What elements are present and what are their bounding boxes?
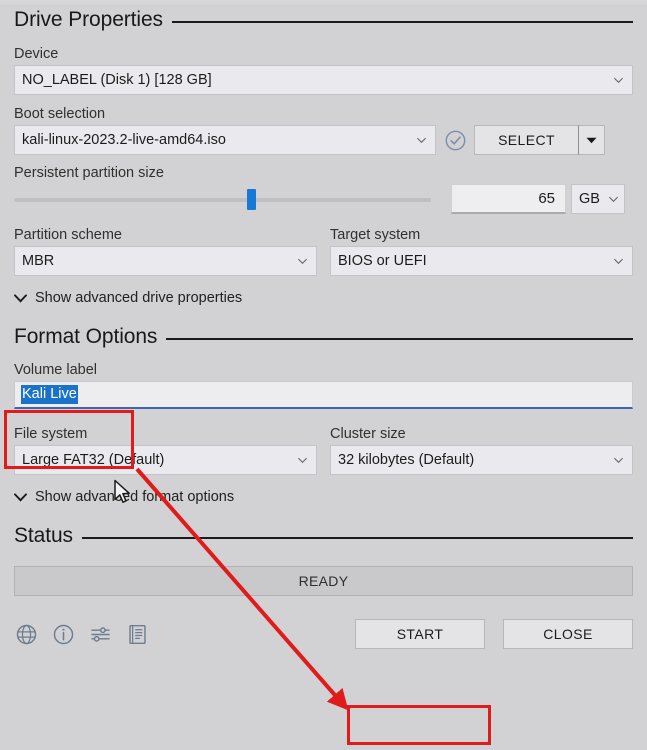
iso-verified-indicator [436, 129, 474, 152]
bottom-bar: START CLOSE [14, 619, 633, 649]
status-text: READY [298, 573, 349, 589]
format-options-title: Format Options [14, 325, 158, 348]
show-advanced-format-options-label: Show advanced format options [35, 489, 235, 505]
chevron-down-icon [14, 492, 27, 502]
chevron-down-icon [416, 135, 427, 146]
drive-properties-section-header: Drive Properties [14, 8, 633, 32]
partition-scheme-value: MBR [22, 253, 55, 269]
target-system-combobox[interactable]: BIOS or UEFI [330, 246, 633, 276]
persistent-partition-size-input[interactable]: 65 [451, 184, 566, 214]
chevron-down-icon [14, 293, 27, 303]
status-section-header: Status [14, 524, 633, 548]
target-system-field: Target system BIOS or UEFI [330, 227, 633, 276]
cluster-size-field: Cluster size 32 kilobytes (Default) [330, 426, 633, 475]
device-label: Device [14, 46, 59, 62]
select-dropdown-button[interactable] [578, 125, 605, 155]
partition-target-row: Partition scheme MBR Target system BIOS … [14, 227, 633, 276]
select-button[interactable]: SELECT [474, 125, 578, 155]
partition-scheme-combobox[interactable]: MBR [14, 246, 317, 276]
partition-scheme-label: Partition scheme [14, 227, 122, 243]
cluster-size-combobox[interactable]: 32 kilobytes (Default) [330, 445, 633, 475]
log-icon[interactable] [125, 622, 149, 646]
slider-thumb[interactable] [247, 189, 257, 210]
volume-label-field: Volume label Kali Live [14, 362, 633, 409]
boot-selection-value: kali-linux-2023.2-live-amd64.iso [22, 132, 226, 148]
file-system-value: Large FAT32 (Default) [22, 452, 165, 468]
status-bar: READY [14, 566, 633, 596]
persistent-partition-size-value: 65 [538, 190, 555, 207]
volume-label-label: Volume label [14, 362, 98, 378]
globe-icon[interactable] [14, 622, 38, 646]
cluster-size-value: 32 kilobytes (Default) [338, 452, 475, 468]
select-split-button[interactable]: SELECT [474, 125, 605, 155]
partition-scheme-field: Partition scheme MBR [14, 227, 317, 276]
device-combobox[interactable]: NO_LABEL (Disk 1) [128 GB] [14, 65, 633, 95]
check-circle-icon [445, 130, 465, 150]
drive-properties-title: Drive Properties [14, 8, 163, 31]
persistent-partition-field: Persistent partition size 65 GB [14, 165, 633, 214]
slider-track [14, 198, 431, 202]
volume-label-input[interactable]: Kali Live [14, 381, 633, 409]
target-system-label: Target system [330, 227, 421, 243]
section-rule [81, 536, 633, 539]
show-advanced-drive-properties-toggle[interactable]: Show advanced drive properties [14, 290, 633, 306]
persistent-partition-slider[interactable] [14, 187, 431, 211]
info-icon[interactable] [51, 622, 75, 646]
target-system-value: BIOS or UEFI [338, 253, 427, 269]
show-advanced-format-options-toggle[interactable]: Show advanced format options [14, 489, 633, 505]
chevron-down-icon [297, 256, 308, 267]
filesystem-cluster-row: File system Large FAT32 (Default) Cluste… [14, 426, 633, 475]
file-system-field: File system Large FAT32 (Default) [14, 426, 317, 475]
file-system-label: File system [14, 426, 88, 442]
show-advanced-drive-properties-label: Show advanced drive properties [35, 290, 243, 306]
close-button[interactable]: CLOSE [503, 619, 633, 649]
bottom-icon-row [14, 622, 149, 646]
format-options-section-header: Format Options [14, 325, 633, 349]
chevron-down-icon [297, 455, 308, 466]
boot-selection-combobox[interactable]: kali-linux-2023.2-live-amd64.iso [14, 125, 436, 155]
device-value: NO_LABEL (Disk 1) [128 GB] [22, 72, 212, 88]
status-title: Status [14, 524, 73, 547]
volume-label-value: Kali Live [21, 385, 78, 404]
boot-selection-label: Boot selection [14, 106, 106, 122]
file-system-combobox[interactable]: Large FAT32 (Default) [14, 445, 317, 475]
settings-sliders-icon[interactable] [88, 622, 112, 646]
persistent-partition-unit-value: GB [579, 191, 600, 207]
boot-selection-field: Boot selection kali-linux-2023.2-live-am… [14, 106, 633, 155]
cluster-size-label: Cluster size [330, 426, 406, 442]
start-button[interactable]: START [355, 619, 485, 649]
device-field: Device NO_LABEL (Disk 1) [128 GB] [14, 46, 633, 95]
chevron-down-icon [613, 455, 624, 466]
persistent-partition-label: Persistent partition size [14, 165, 164, 181]
section-rule [171, 20, 633, 23]
persistent-partition-unit-combobox[interactable]: GB [571, 184, 625, 214]
caret-down-icon [586, 137, 597, 143]
chevron-down-icon [608, 194, 619, 205]
rufus-main-panel: Drive Properties Device NO_LABEL (Disk 1… [0, 0, 647, 750]
section-rule [166, 337, 633, 340]
chevron-down-icon [613, 256, 624, 267]
chevron-down-icon [613, 75, 624, 86]
